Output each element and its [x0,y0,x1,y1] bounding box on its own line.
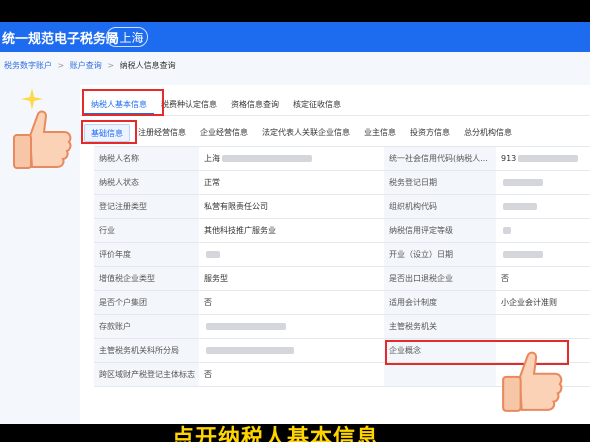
redacted-text [518,155,579,162]
field-label: 增值税企业类型 [94,267,199,290]
redacted-text [206,323,286,330]
field-label [384,363,496,386]
field-label: 存款账户 [94,315,199,338]
app-header: 统一规范电子税务局 上海 [0,22,590,52]
video-caption-bar: 点开纳税人基本信息 [0,424,590,442]
video-top-bar [0,0,590,22]
field-value: 服务型 [204,274,228,283]
redacted-text [206,251,220,258]
breadcrumb: 税务数字账户 > 账户查询 > 纳税人信息查询 [4,60,179,71]
table-row: 行业 其他科技推广服务业 纳税信用评定等级 [94,219,590,243]
field-value [496,195,590,218]
field-value: 小企业会计准则 [501,298,557,307]
field-value [496,171,590,194]
redacted-text [222,155,312,162]
field-value-text: 上海 [204,154,220,163]
field-label: 评价年度 [94,243,199,266]
table-row: 是否个户集团 否 适用会计制度 小企业会计准则 [94,291,590,315]
video-caption: 点开纳税人基本信息 [172,426,380,442]
highlight-box [81,120,137,144]
field-label: 税务登记日期 [384,171,496,194]
field-label: 跨区域财产税登记主体标志 [94,363,199,386]
table-row: 存款账户 主管税务机关 [94,315,590,339]
field-value [496,315,590,338]
secondary-tabs: 基础信息 注册经营信息 企业经营信息 法定代表人关联企业信息 业主信息 投资方信… [84,124,518,142]
table-row: 登记注册类型 私营有限责任公司 组织机构代码 [94,195,590,219]
tab-registration-info[interactable]: 注册经营信息 [132,124,192,142]
field-value: 否 [204,298,212,307]
region-label: 上海 [119,30,144,45]
breadcrumb-separator: > [57,61,65,70]
field-value-text: 913 [501,154,517,163]
field-value [199,315,384,338]
app-title: 统一规范电子税务局 [2,32,120,47]
table-row: 纳税人名称 上海 统一社会信用代码(纳税人... 913 [94,147,590,171]
redacted-text [503,203,537,210]
field-label: 是否个户集团 [94,291,199,314]
field-label: 统一社会信用代码(纳税人... [384,147,496,170]
thumbs-up-icon [502,351,563,412]
thumbs-up-icon [13,110,72,169]
highlight-box [82,89,164,116]
table-row: 增值税企业类型 服务型 是否出口退税企业 否 [94,267,590,291]
breadcrumb-item-query[interactable]: 账户查询 [70,61,102,70]
field-value [496,219,590,242]
field-value: 私营有限责任公司 [204,202,268,211]
tab-investor-info[interactable]: 投资方信息 [404,124,456,142]
table-row: 评价年度 开业（设立）日期 [94,243,590,267]
field-label: 登记注册类型 [94,195,199,218]
tab-business-info[interactable]: 企业经营信息 [194,124,254,142]
tab-owner-info[interactable]: 业主信息 [358,124,402,142]
breadcrumb-item-current: 纳税人信息查询 [119,61,176,70]
field-label: 组织机构代码 [384,195,496,218]
field-label: 纳税人状态 [94,171,199,194]
field-label: 主管税务机关 [384,315,496,338]
location-pin-icon [110,32,118,42]
field-value: 913 [496,147,590,170]
field-value: 上海 [199,147,384,170]
field-value: 否 [501,274,509,283]
field-label: 适用会计制度 [384,291,496,314]
field-value [199,339,384,362]
tab-qualification-info[interactable]: 资格信息查询 [224,93,286,115]
taxpayer-info-panel: 纳税人基本信息 税费种认定信息 资格信息查询 核定征收信息 基础信息 注册经营信… [80,85,590,424]
tab-legal-rep-info[interactable]: 法定代表人关联企业信息 [256,124,356,142]
redacted-text [503,227,511,234]
region-selector[interactable]: 上海 [106,27,148,47]
field-value [199,243,384,266]
field-label: 开业（设立）日期 [384,243,496,266]
field-value [496,243,590,266]
redacted-text [206,347,294,354]
field-value: 否 [204,370,212,379]
field-label: 纳税人名称 [94,147,199,170]
field-label: 是否出口退税企业 [384,267,496,290]
page-content: 税务数字账户 > 账户查询 > 纳税人信息查询 纳税人基本信息 税费种认定信息 … [0,52,590,424]
field-label: 纳税信用评定等级 [384,219,496,242]
tab-tax-type-info[interactable]: 税费种认定信息 [154,93,224,115]
field-value: 正常 [204,178,220,187]
tab-branch-info[interactable]: 总分机构信息 [458,124,518,142]
field-label: 行业 [94,219,199,242]
redacted-text [503,179,543,186]
redacted-text [503,251,543,258]
tab-assessed-levy-info[interactable]: 核定征收信息 [286,93,348,115]
field-label: 主管税务机关科所分局 [94,339,199,362]
field-value: 其他科技推广服务业 [204,226,276,235]
breadcrumb-item-account[interactable]: 税务数字账户 [4,61,52,70]
breadcrumb-separator: > [107,61,115,70]
table-row: 纳税人状态 正常 税务登记日期 [94,171,590,195]
